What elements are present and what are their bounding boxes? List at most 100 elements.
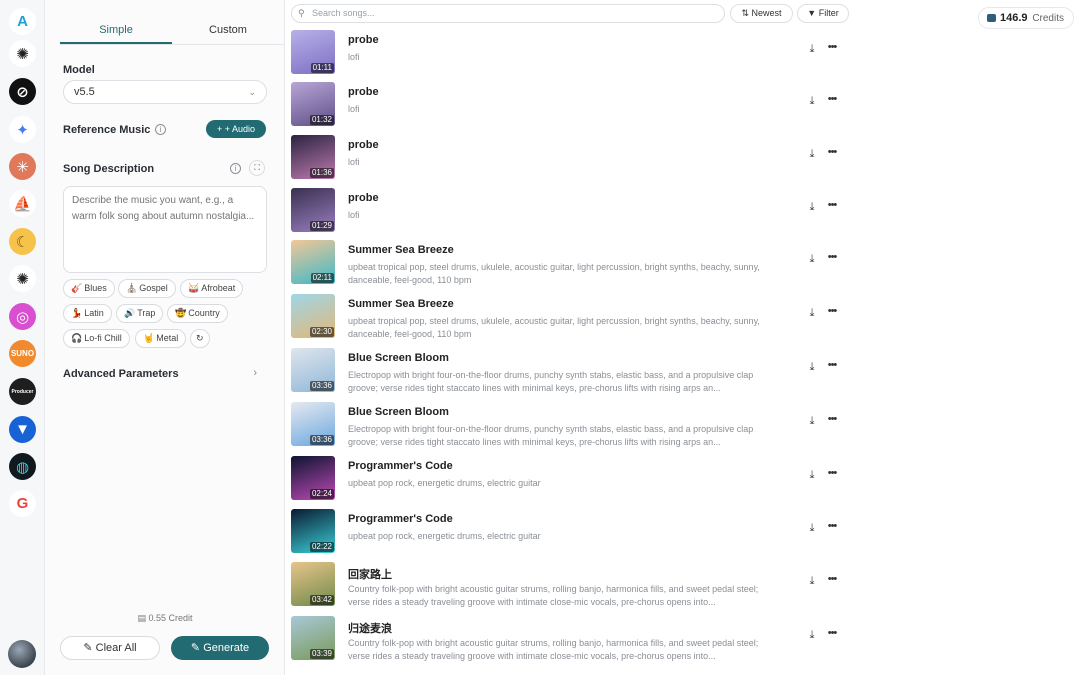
more-icon[interactable]: ••• bbox=[825, 41, 839, 55]
genre-chip-trap[interactable]: 🔊 Trap bbox=[116, 304, 164, 323]
song-row[interactable]: 03:36 Blue Screen Bloom Electropop with br… bbox=[291, 402, 851, 452]
credits-badge[interactable]: 146.9 Credits bbox=[978, 7, 1074, 29]
song-title[interactable]: Blue Screen Bloom bbox=[348, 352, 449, 364]
song-row[interactable]: 02:24 Programmer's Code upbeat pop rock, e… bbox=[291, 456, 851, 506]
song-title[interactable]: 回家路上 bbox=[348, 566, 392, 582]
song-row[interactable]: 01:36 probe lofi ⤓ ••• bbox=[291, 135, 851, 185]
gradient-ring-icon[interactable]: ◎ bbox=[9, 303, 36, 330]
chip-label: Afrobeat bbox=[201, 283, 236, 293]
download-icon[interactable]: ⤓ bbox=[805, 575, 819, 589]
song-title[interactable]: probe bbox=[348, 192, 379, 204]
song-row[interactable]: 03:39 归途麦浪 Country folk-pop with bright ac… bbox=[291, 616, 851, 666]
add-audio-button[interactable]: + + Audio bbox=[206, 120, 266, 138]
song-row[interactable]: 02:11 Summer Sea Breeze upbeat tropical po… bbox=[291, 240, 851, 290]
song-cover[interactable]: 03:36 bbox=[291, 402, 335, 446]
circle-slash-icon[interactable]: ⊘ bbox=[9, 78, 36, 105]
genre-chip-afrobeat[interactable]: 🥁 Afrobeat bbox=[180, 279, 244, 298]
more-icon[interactable]: ••• bbox=[825, 359, 839, 373]
song-title[interactable]: 归途麦浪 bbox=[348, 620, 392, 636]
producer-icon[interactable]: Producer bbox=[9, 378, 36, 405]
song-cover[interactable]: 02:24 bbox=[291, 456, 335, 500]
song-title[interactable]: Programmer's Code bbox=[348, 460, 453, 472]
song-title[interactable]: Blue Screen Bloom bbox=[348, 406, 449, 418]
genre-chip-metal[interactable]: 🤘 Metal bbox=[135, 329, 187, 348]
song-cover[interactable]: 03:39 bbox=[291, 616, 335, 660]
tab-custom[interactable]: Custom bbox=[172, 18, 284, 44]
download-icon[interactable]: ⤓ bbox=[805, 307, 819, 321]
more-icon[interactable]: ••• bbox=[825, 413, 839, 427]
user-avatar[interactable] bbox=[8, 640, 36, 668]
more-icon[interactable]: ••• bbox=[825, 573, 839, 587]
clear-all-button[interactable]: ✎ Clear All bbox=[60, 636, 160, 660]
song-description-input[interactable] bbox=[63, 186, 267, 273]
song-title[interactable]: probe bbox=[348, 86, 379, 98]
app-logo-a[interactable]: A bbox=[9, 8, 36, 35]
banana-icon[interactable]: ☾ bbox=[9, 228, 36, 255]
genre-chip-gospel[interactable]: ⛪ Gospel bbox=[118, 279, 176, 298]
song-title[interactable]: Programmer's Code bbox=[348, 513, 453, 525]
download-icon[interactable]: ⤓ bbox=[805, 148, 819, 162]
song-row[interactable]: 03:42 回家路上 Country folk-pop with bright ac… bbox=[291, 562, 851, 612]
info-icon[interactable]: i bbox=[230, 163, 241, 174]
google-icon[interactable]: G bbox=[9, 490, 36, 517]
model-select[interactable]: v5.5 ⌄ bbox=[63, 80, 267, 104]
genre-chip-lofi-chill[interactable]: 🎧 Lo-fi Chill bbox=[63, 329, 130, 348]
gemini-icon[interactable]: ✦ bbox=[9, 116, 36, 143]
song-title[interactable]: probe bbox=[348, 34, 379, 46]
song-cover[interactable]: 03:42 bbox=[291, 562, 335, 606]
song-row[interactable]: 03:36 Blue Screen Bloom Electropop with br… bbox=[291, 348, 851, 398]
song-cover[interactable]: 02:11 bbox=[291, 240, 335, 284]
song-title[interactable]: Summer Sea Breeze bbox=[348, 244, 454, 256]
claude-icon[interactable]: ✳ bbox=[9, 153, 36, 180]
more-icon[interactable]: ••• bbox=[825, 199, 839, 213]
download-icon[interactable]: ⤓ bbox=[805, 361, 819, 375]
song-row[interactable]: 01:32 probe lofi ⤓ ••• bbox=[291, 82, 851, 132]
song-cover[interactable]: 01:29 bbox=[291, 188, 335, 232]
generate-button[interactable]: ✎ Generate bbox=[171, 636, 269, 660]
download-icon[interactable]: ⤓ bbox=[805, 201, 819, 215]
info-icon[interactable]: i bbox=[155, 124, 166, 135]
refresh-chips-button[interactable]: ↻ bbox=[190, 329, 210, 348]
tab-simple[interactable]: Simple bbox=[60, 18, 172, 44]
filter-button[interactable]: ▼ Filter bbox=[797, 4, 849, 23]
song-cover[interactable]: 02:30 bbox=[291, 294, 335, 338]
more-icon[interactable]: ••• bbox=[825, 627, 839, 641]
song-row[interactable]: 02:30 Summer Sea Breeze upbeat tropical po… bbox=[291, 294, 851, 344]
openai-icon-2[interactable]: ✺ bbox=[9, 265, 36, 292]
genre-chip-blues[interactable]: 🎸 Blues bbox=[63, 279, 115, 298]
suno-icon[interactable]: SUNO bbox=[9, 340, 36, 367]
more-icon[interactable]: ••• bbox=[825, 146, 839, 160]
download-icon[interactable]: ⤓ bbox=[805, 522, 819, 536]
more-icon[interactable]: ••• bbox=[825, 251, 839, 265]
shield-v-icon[interactable]: ▼ bbox=[9, 416, 36, 443]
download-icon[interactable]: ⤓ bbox=[805, 95, 819, 109]
song-title[interactable]: Summer Sea Breeze bbox=[348, 298, 454, 310]
song-cover[interactable]: 01:11 bbox=[291, 30, 335, 74]
genre-chip-latin[interactable]: 💃 Latin bbox=[63, 304, 112, 323]
genre-chip-country[interactable]: 🤠 Country bbox=[167, 304, 228, 323]
advanced-parameters-toggle[interactable]: Advanced Parameters › bbox=[63, 367, 263, 380]
download-icon[interactable]: ⤓ bbox=[805, 469, 819, 483]
song-row[interactable]: 02:22 Programmer's Code upbeat pop rock, e… bbox=[291, 509, 851, 559]
download-icon[interactable]: ⤓ bbox=[805, 415, 819, 429]
song-cover[interactable]: 02:22 bbox=[291, 509, 335, 553]
song-title[interactable]: probe bbox=[348, 139, 379, 151]
song-row[interactable]: 01:29 probe lofi ⤓ ••• bbox=[291, 188, 851, 238]
song-row[interactable]: 01:11 probe lofi ⤓ ••• bbox=[291, 30, 851, 80]
expand-icon[interactable]: ⛶ bbox=[249, 160, 265, 176]
song-cover[interactable]: 01:36 bbox=[291, 135, 335, 179]
song-cover[interactable]: 01:32 bbox=[291, 82, 335, 126]
download-icon[interactable]: ⤓ bbox=[805, 629, 819, 643]
sail-icon[interactable]: ⛵ bbox=[9, 190, 36, 217]
more-icon[interactable]: ••• bbox=[825, 520, 839, 534]
more-icon[interactable]: ••• bbox=[825, 305, 839, 319]
more-icon[interactable]: ••• bbox=[825, 93, 839, 107]
sort-button[interactable]: ⇅ Newest bbox=[730, 4, 793, 23]
loop-icon[interactable]: ◍ bbox=[9, 453, 36, 480]
search-songs-input[interactable]: ⚲ Search songs... bbox=[291, 4, 725, 23]
download-icon[interactable]: ⤓ bbox=[805, 253, 819, 267]
download-icon[interactable]: ⤓ bbox=[805, 43, 819, 57]
song-cover[interactable]: 03:36 bbox=[291, 348, 335, 392]
more-icon[interactable]: ••• bbox=[825, 467, 839, 481]
openai-icon[interactable]: ✺ bbox=[9, 40, 36, 67]
